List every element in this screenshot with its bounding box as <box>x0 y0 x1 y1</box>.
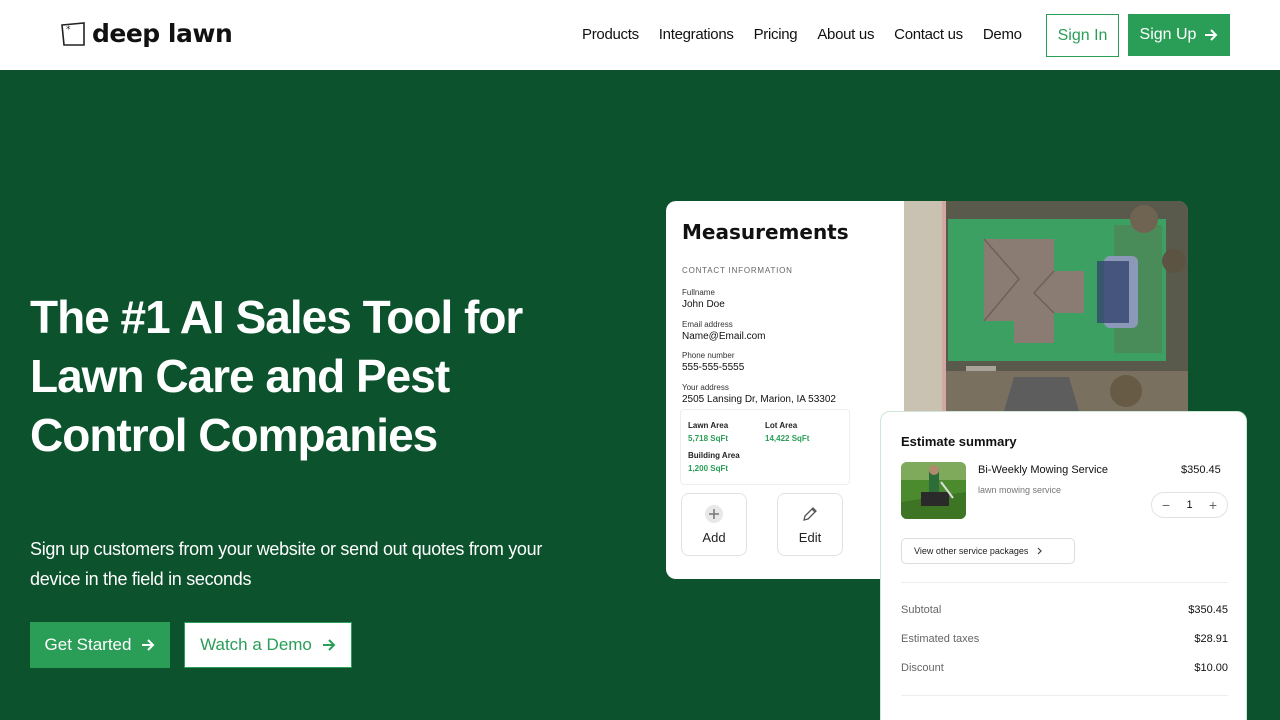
brand-name: deep lawn <box>92 19 233 48</box>
area-value: 14,422 SqFt <box>765 434 810 443</box>
quantity-stepper: − 1 + <box>1151 492 1228 518</box>
area-label: Lot Area <box>765 421 798 430</box>
field-label: Fullname <box>682 288 715 297</box>
service-thumbnail-image <box>901 462 966 519</box>
field-label: Your address <box>682 383 729 392</box>
taxes-row: Estimated taxes $28.91 <box>901 633 1228 645</box>
view-packages-label: View other service packages <box>914 546 1029 556</box>
nav-links: Products Integrations Pricing About us C… <box>572 24 1032 46</box>
discount-value: $10.00 <box>1194 662 1228 674</box>
estimate-summary-card: Estimate summary Bi-Weekly Mowing Servic… <box>880 411 1247 720</box>
add-label: Add <box>702 530 726 545</box>
taxes-label: Estimated taxes <box>901 633 980 645</box>
field-label: Email address <box>682 320 733 329</box>
nav-link-demo[interactable]: Demo <box>973 24 1032 46</box>
arrow-right-icon <box>142 639 155 651</box>
top-nav: * deep lawn Products Integrations Pricin… <box>0 0 1280 70</box>
arrow-right-icon <box>322 639 336 651</box>
field-value: John Doe <box>682 299 725 310</box>
pencil-icon <box>803 507 817 521</box>
area-label: Lawn Area <box>688 421 729 430</box>
svg-text:*: * <box>66 25 71 35</box>
plus-icon[interactable]: + <box>1207 497 1219 513</box>
building-area: Building Area 1,200 SqFt <box>688 451 740 473</box>
nav-link-contact[interactable]: Contact us <box>884 24 973 46</box>
estimate-title: Estimate summary <box>901 434 1017 449</box>
arrow-right-icon <box>1205 29 1218 41</box>
quantity-value[interactable]: 1 <box>1186 499 1192 511</box>
hero-title: The #1 AI Sales Tool for Lawn Care and P… <box>30 291 523 461</box>
field-value: Name@Email.com <box>682 331 766 342</box>
subtotal-value: $350.45 <box>1188 604 1228 616</box>
measurements-title: Measurements <box>682 220 849 244</box>
get-started-label: Get Started <box>44 635 132 654</box>
chevron-right-icon <box>1037 547 1043 555</box>
sign-up-label: Sign Up <box>1139 26 1197 43</box>
area-label: Building Area <box>688 451 740 460</box>
hero-subtitle: Sign up customers from your website or s… <box>30 539 543 589</box>
subtotal-label: Subtotal <box>901 604 942 616</box>
discount-label: Discount <box>901 662 944 674</box>
lawn-area: Lawn Area 5,718 SqFt <box>688 421 728 443</box>
get-started-button[interactable]: Get Started <box>30 622 170 668</box>
nav-link-products[interactable]: Products <box>572 24 649 46</box>
sign-up-button[interactable]: Sign Up <box>1128 14 1230 56</box>
add-button[interactable]: Add <box>681 493 747 556</box>
address-field[interactable]: Your address 2505 Lansing Dr, Marion, IA… <box>682 383 836 405</box>
nav-link-pricing[interactable]: Pricing <box>744 24 808 46</box>
sign-in-label: Sign In <box>1057 26 1108 44</box>
edit-button[interactable]: Edit <box>777 493 843 556</box>
discount-row: Discount $10.00 <box>901 662 1228 674</box>
field-label: Phone number <box>682 351 735 360</box>
watch-demo-label: Watch a Demo <box>200 635 312 654</box>
watch-demo-button[interactable]: Watch a Demo <box>184 622 352 668</box>
logo-mark-icon: * <box>61 21 85 46</box>
plus-icon <box>705 505 723 523</box>
view-packages-button[interactable]: View other service packages <box>901 538 1075 564</box>
sign-in-button[interactable]: Sign In <box>1046 14 1119 57</box>
divider <box>901 582 1228 583</box>
logo[interactable]: * deep lawn <box>60 19 233 48</box>
fullname-field[interactable]: Fullname John Doe <box>682 288 725 310</box>
divider <box>901 695 1228 696</box>
area-value: 1,200 SqFt <box>688 464 729 473</box>
phone-field[interactable]: Phone number 555-555-5555 <box>682 351 744 373</box>
nav-link-integrations[interactable]: Integrations <box>649 24 744 46</box>
contact-info-label: CONTACT INFORMATION <box>682 266 793 275</box>
subtotal-row: Subtotal $350.45 <box>901 604 1228 616</box>
taxes-value: $28.91 <box>1194 633 1228 645</box>
minus-icon[interactable]: − <box>1160 497 1172 513</box>
nav-link-about[interactable]: About us <box>807 24 884 46</box>
service-name: Bi-Weekly Mowing Service <box>978 464 1109 476</box>
area-value: 5,718 SqFt <box>688 434 729 443</box>
field-value: 555-555-5555 <box>682 362 745 373</box>
service-description: lawn mowing service <box>978 485 1062 495</box>
email-field[interactable]: Email address Name@Email.com <box>682 320 766 342</box>
area-summary: Lawn Area 5,718 SqFt Lot Area 14,422 SqF… <box>680 409 850 485</box>
lot-area: Lot Area 14,422 SqFt <box>765 421 809 443</box>
service-price: $350.45 <box>1181 464 1221 476</box>
edit-label: Edit <box>798 530 822 545</box>
field-value: 2505 Lansing Dr, Marion, IA 53302 <box>682 394 836 405</box>
